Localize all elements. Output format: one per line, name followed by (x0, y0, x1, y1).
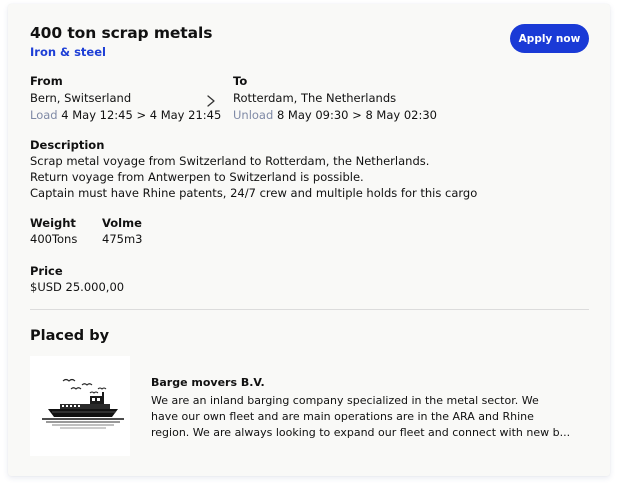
company-description: We are an inland barging company special… (151, 393, 571, 441)
weight-label: Weight (30, 216, 76, 230)
from-location: Bern, Switserland (30, 91, 132, 105)
description-label: Description (30, 138, 105, 152)
job-listing-card: 400 ton scrap metals Iron & steel Apply … (8, 4, 610, 476)
listing-title: 400 ton scrap metals (30, 24, 213, 42)
volume-label: Volme (102, 216, 142, 230)
company-description-line: We are an inland barging company special… (151, 394, 539, 407)
apply-now-button[interactable]: Apply now (510, 24, 589, 53)
description-line: Scrap metal voyage from Switzerland to R… (30, 154, 430, 168)
load-window-value: 4 May 12:45 > 4 May 21:45 (61, 108, 222, 122)
section-divider (30, 309, 589, 310)
unload-label: Unload (233, 108, 274, 122)
company-logo[interactable] (30, 356, 130, 456)
to-location: Rotterdam, The Netherlands (233, 91, 397, 105)
description-line: Captain must have Rhine patents, 24/7 cr… (30, 186, 478, 200)
price-label: Price (30, 264, 63, 278)
listing-category: Iron & steel (30, 45, 106, 59)
unload-window: Unload 8 May 09:30 > 8 May 02:30 (233, 108, 437, 122)
company-description-line: region. We are always looking to expand … (151, 426, 571, 439)
from-label: From (30, 74, 63, 88)
price-value: $USD 25.000,00 (30, 280, 125, 294)
volume-value: 475m3 (102, 232, 143, 246)
chevron-right-icon (207, 95, 215, 107)
weight-value: 400Tons (30, 232, 78, 246)
company-name[interactable]: Barge movers B.V. (151, 376, 265, 389)
company-description-line: have our own fleet and are main operatio… (151, 410, 534, 423)
unload-window-value: 8 May 09:30 > 8 May 02:30 (276, 108, 437, 122)
placed-by-heading: Placed by (30, 328, 110, 344)
barge-ship-logo (42, 378, 124, 429)
load-window: Load 4 May 12:45 > 4 May 21:45 (30, 108, 221, 122)
to-label: To (233, 74, 248, 88)
load-label: Load (30, 108, 58, 122)
description-text: Scrap metal voyage from Switzerland to R… (30, 153, 477, 201)
description-line: Return voyage from Antwerpen to Switzerl… (30, 170, 364, 184)
